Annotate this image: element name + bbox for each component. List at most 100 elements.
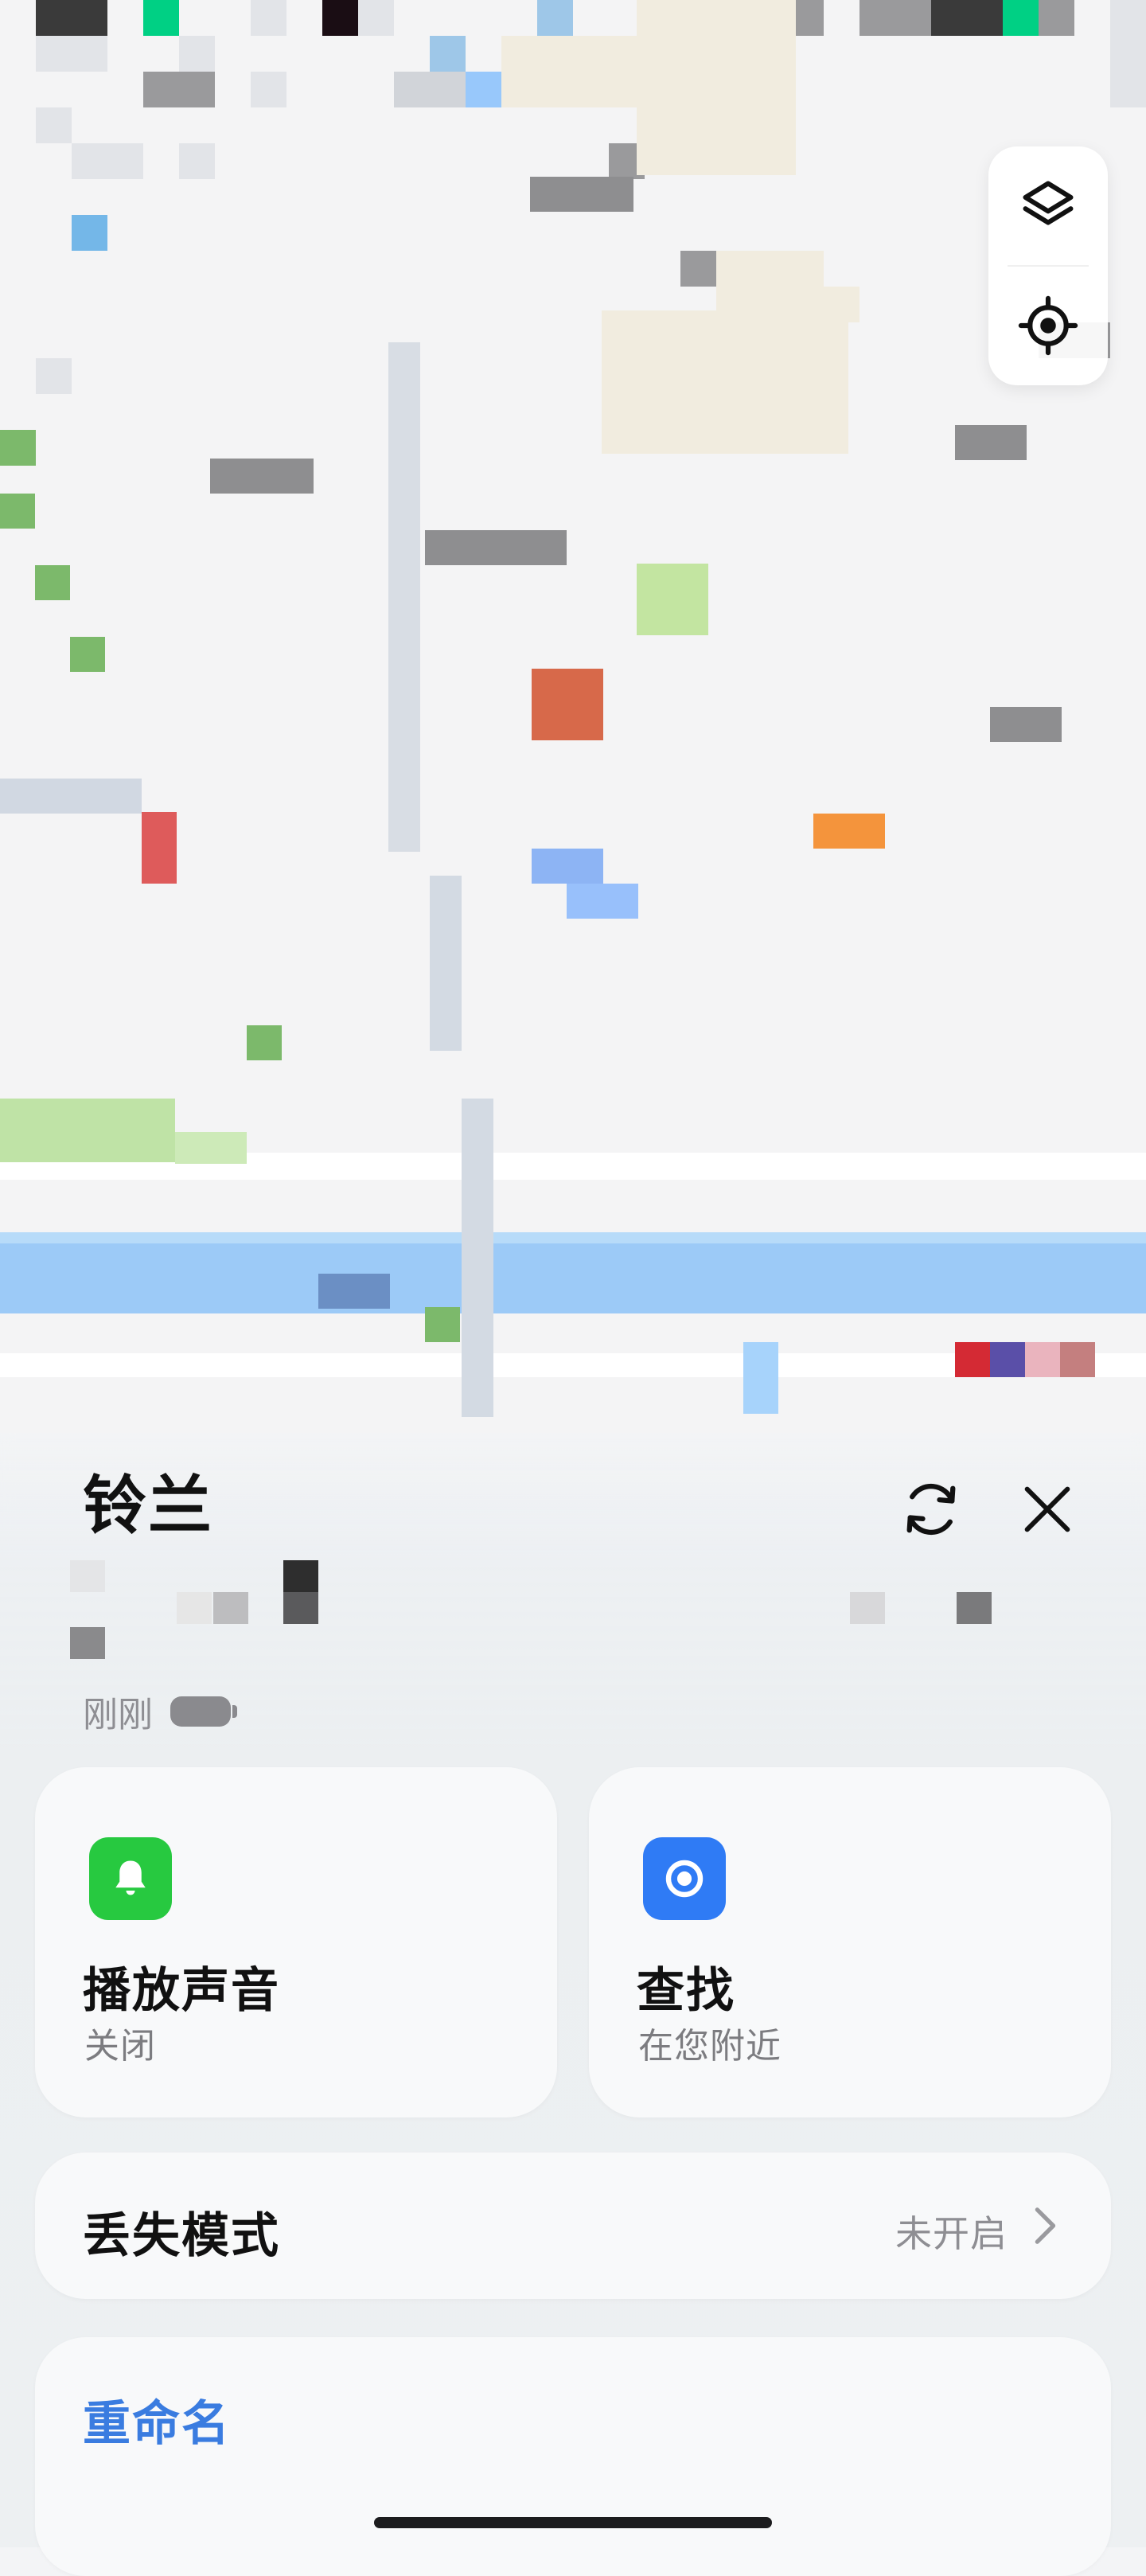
map-tile bbox=[251, 573, 286, 609]
map-tile bbox=[358, 1110, 394, 1146]
map-tile bbox=[72, 394, 107, 430]
map-tile bbox=[286, 1397, 322, 1433]
map-tile bbox=[788, 896, 824, 931]
map-tile bbox=[107, 179, 143, 215]
map-tile bbox=[860, 573, 895, 609]
map-tile bbox=[215, 967, 251, 1003]
map-tile bbox=[967, 537, 1003, 573]
map-tile bbox=[466, 609, 501, 645]
map-tile bbox=[215, 609, 251, 645]
map-tile bbox=[1110, 681, 1146, 716]
map-tile bbox=[537, 36, 573, 72]
map-tile bbox=[967, 36, 1003, 72]
map-tile bbox=[322, 860, 358, 896]
map-tile bbox=[107, 573, 143, 609]
lost-mode-row[interactable]: 丢失模式 未开启 bbox=[35, 2153, 1111, 2299]
map-tile bbox=[895, 143, 931, 179]
map-tile bbox=[1039, 1003, 1074, 1039]
map-tile bbox=[788, 573, 824, 609]
play-sound-card[interactable]: 播放声音 关闭 bbox=[35, 1767, 557, 2117]
map-tile bbox=[251, 860, 286, 896]
map-tile bbox=[716, 502, 752, 537]
map-tile bbox=[107, 107, 143, 143]
map-tile bbox=[645, 1182, 680, 1218]
map-tile bbox=[645, 752, 680, 788]
map-tile bbox=[501, 967, 537, 1003]
map-tile bbox=[466, 107, 501, 143]
map-tile bbox=[895, 860, 931, 896]
battery-icon bbox=[170, 1696, 237, 1727]
map-tile bbox=[107, 394, 143, 430]
map-tile bbox=[788, 609, 824, 645]
map-tile bbox=[251, 0, 286, 36]
map-tile bbox=[0, 179, 36, 215]
map-tile bbox=[680, 1110, 716, 1146]
map-tile bbox=[716, 537, 752, 573]
map-tile bbox=[0, 1397, 36, 1433]
map-tile bbox=[788, 537, 824, 573]
map-tile bbox=[931, 1003, 967, 1039]
map-tile bbox=[430, 143, 466, 179]
map-tile bbox=[645, 466, 680, 502]
map-tile bbox=[1003, 466, 1039, 502]
map-tile bbox=[179, 681, 215, 716]
map-locate-button[interactable] bbox=[988, 266, 1108, 385]
map-tile bbox=[143, 322, 179, 358]
map-tile bbox=[501, 1075, 537, 1110]
map-tile bbox=[931, 251, 967, 287]
map-tile bbox=[322, 681, 358, 716]
map-tile bbox=[824, 645, 860, 681]
map-tile bbox=[860, 1039, 895, 1075]
map-tile bbox=[322, 896, 358, 931]
map-tile bbox=[107, 251, 143, 287]
map-tile bbox=[358, 860, 394, 896]
map-tile bbox=[967, 931, 1003, 967]
map-layers-button[interactable] bbox=[988, 146, 1108, 266]
map-tile bbox=[179, 1003, 215, 1039]
map-tile bbox=[931, 609, 967, 645]
map-tile bbox=[286, 1039, 322, 1075]
map-tile bbox=[931, 358, 967, 394]
map-tile bbox=[752, 502, 788, 537]
map-tile bbox=[143, 1039, 179, 1075]
rename-button[interactable]: 重命名 bbox=[83, 2385, 231, 2454]
map-tile bbox=[215, 36, 251, 72]
map-tile bbox=[573, 107, 609, 143]
map-tile bbox=[860, 394, 895, 430]
map-tile bbox=[179, 72, 215, 107]
map-tile bbox=[322, 824, 358, 860]
map-view[interactable] bbox=[0, 0, 1146, 1512]
map-tile bbox=[286, 573, 322, 609]
map-poi bbox=[532, 669, 603, 740]
map-tile bbox=[251, 1182, 286, 1218]
map-tile bbox=[1003, 72, 1039, 107]
home-indicator[interactable] bbox=[374, 2517, 772, 2528]
map-tile bbox=[1110, 143, 1146, 179]
map-tile bbox=[680, 860, 716, 896]
find-card[interactable]: 查找 在您附近 bbox=[589, 1767, 1111, 2117]
map-tile bbox=[394, 1182, 430, 1218]
map-tile bbox=[645, 967, 680, 1003]
map-tile bbox=[1003, 1397, 1039, 1433]
map-tile bbox=[967, 1003, 1003, 1039]
target-icon bbox=[665, 1860, 704, 1898]
map-tile bbox=[609, 681, 645, 716]
close-button[interactable] bbox=[1008, 1469, 1087, 1549]
map-tile bbox=[573, 931, 609, 967]
map-tile bbox=[394, 143, 430, 179]
map-tile bbox=[573, 609, 609, 645]
map-tile bbox=[895, 1182, 931, 1218]
map-tile bbox=[394, 896, 430, 931]
map-tile bbox=[645, 1397, 680, 1433]
refresh-button[interactable] bbox=[891, 1469, 971, 1549]
map-tile bbox=[931, 287, 967, 322]
map-tile bbox=[931, 0, 967, 36]
map-tile bbox=[716, 573, 752, 609]
map-tile bbox=[322, 502, 358, 537]
map-tile bbox=[36, 967, 72, 1003]
map-tile bbox=[860, 466, 895, 502]
map-tile bbox=[1003, 967, 1039, 1003]
map-tile bbox=[107, 358, 143, 394]
map-tile bbox=[286, 645, 322, 681]
map-tile bbox=[573, 215, 609, 251]
